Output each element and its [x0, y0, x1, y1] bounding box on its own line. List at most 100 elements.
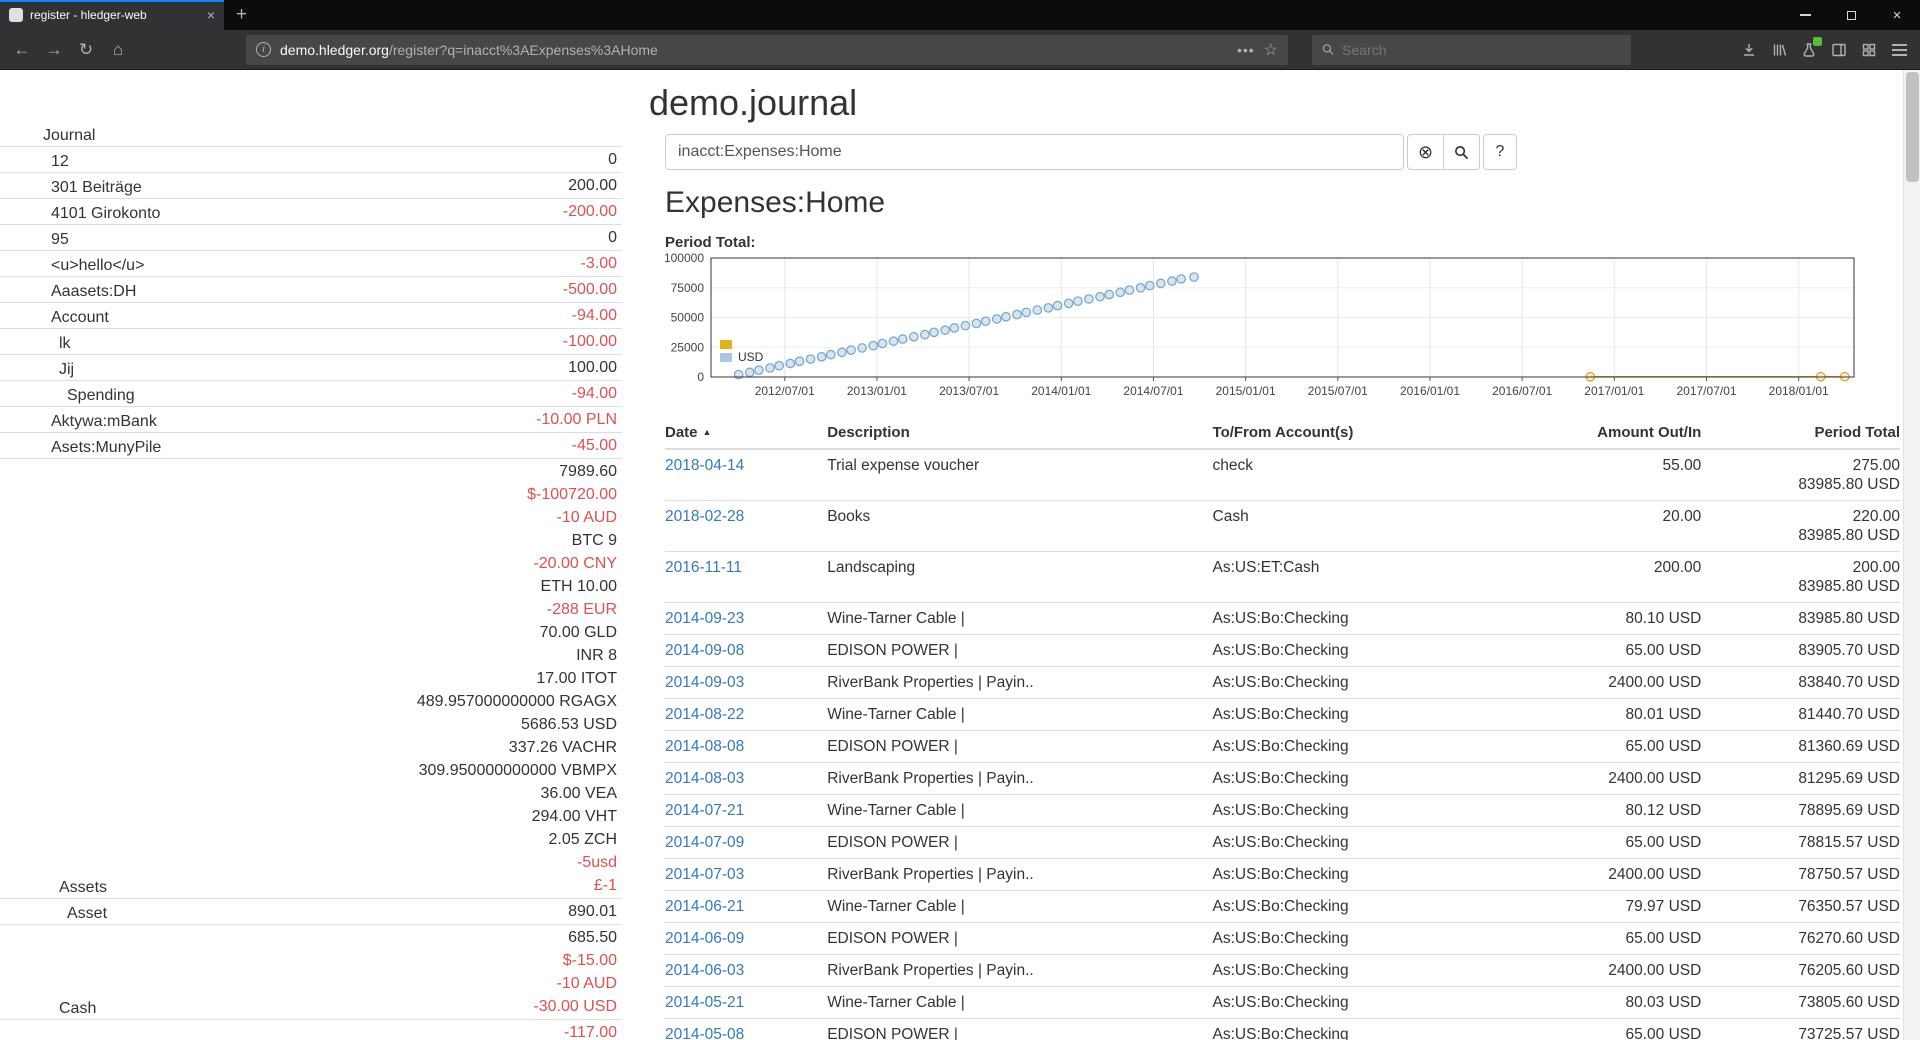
site-info-icon[interactable]: i — [256, 42, 271, 57]
extension-button[interactable] — [1794, 35, 1824, 65]
transaction-period-total: 220.0083985.80 USD — [1707, 501, 1900, 552]
account-link[interactable]: lk — [59, 335, 71, 352]
transaction-date-link[interactable]: 2014-05-21 — [665, 994, 744, 1011]
transaction-description: Trial expense voucher — [827, 449, 1212, 501]
transaction-date-link[interactable]: 2014-06-09 — [665, 930, 744, 947]
sidebars-button[interactable] — [1824, 35, 1854, 65]
transaction-period-total: 78895.69 USD — [1707, 795, 1900, 827]
transaction-description: Landscaping — [827, 552, 1212, 603]
transaction-date-link[interactable]: 2014-07-03 — [665, 866, 744, 883]
transaction-description: RiverBank Properties | Payin.. — [827, 667, 1212, 699]
menu-button[interactable] — [1884, 35, 1914, 65]
account-link[interactable]: 95 — [51, 231, 69, 248]
scrollbar-thumb[interactable] — [1906, 72, 1919, 182]
account-link[interactable]: Assets — [59, 879, 107, 896]
transaction-date-link[interactable]: 2014-06-03 — [665, 962, 744, 979]
forward-button[interactable]: → — [38, 35, 70, 65]
column-header-amount[interactable]: Amount Out/In — [1494, 417, 1707, 449]
period-total-line: 78750.57 USD — [1707, 865, 1900, 884]
account-balance: 890.01 — [274, 900, 617, 923]
reload-button[interactable]: ↻ — [70, 35, 102, 65]
column-header-period-total[interactable]: Period Total — [1707, 417, 1900, 449]
account-link[interactable]: Cash — [59, 1000, 96, 1017]
transaction-date-link[interactable]: 2014-07-21 — [665, 802, 744, 819]
url-host: demo.hledger.org — [280, 42, 389, 58]
transaction-period-total: 78750.57 USD — [1707, 859, 1900, 891]
window-maximize-button[interactable] — [1828, 0, 1874, 30]
transaction-date-link[interactable]: 2018-04-14 — [665, 457, 744, 474]
account-balance: -288 EUR — [274, 598, 617, 621]
transaction-account: Cash — [1213, 501, 1495, 552]
transaction-period-total: 83985.80 USD — [1707, 603, 1900, 635]
register-row: 2014-06-21Wine-Tarner Cable |As:US:Bo:Ch… — [665, 891, 1900, 923]
transaction-period-total: 76205.60 USD — [1707, 955, 1900, 987]
apps-button[interactable] — [1854, 35, 1884, 65]
tab-bar: register - hledger-web × + × — [0, 0, 1920, 30]
transaction-period-total: 200.0083985.80 USD — [1707, 552, 1900, 603]
browser-search-input[interactable] — [1342, 42, 1621, 58]
transaction-date-link[interactable]: 2014-08-22 — [665, 706, 744, 723]
column-header-description[interactable]: Description — [827, 417, 1212, 449]
account-link[interactable]: 301 Beiträge — [51, 179, 142, 196]
transaction-date-link[interactable]: 2014-09-23 — [665, 610, 744, 627]
transaction-date-link[interactable]: 2014-08-08 — [665, 738, 744, 755]
account-link[interactable]: 12 — [51, 153, 69, 170]
account-link[interactable]: Aktywa:mBank — [51, 413, 157, 430]
tab-close-icon[interactable]: × — [207, 8, 215, 22]
transaction-date-link[interactable]: 2018-02-28 — [665, 508, 744, 525]
column-header-account[interactable]: To/From Account(s) — [1213, 417, 1495, 449]
account-link[interactable]: Spending — [67, 387, 135, 404]
sidebar-account-row: Cash685.50$-15.00-10 AUD-30.00 USD — [0, 925, 622, 1020]
sidebar-account-row: Spending-94.00 — [0, 381, 622, 407]
transaction-date-link[interactable]: 2014-07-09 — [665, 834, 744, 851]
window-close-button[interactable]: × — [1874, 0, 1920, 30]
transaction-date-link[interactable]: 2014-09-03 — [665, 674, 744, 691]
new-tab-button[interactable]: + — [224, 0, 259, 30]
svg-text:2014/01/01: 2014/01/01 — [1031, 384, 1091, 398]
transaction-amount: 2400.00 USD — [1494, 955, 1707, 987]
browser-tab[interactable]: register - hledger-web × — [0, 0, 224, 30]
page-actions-icon[interactable]: ••• — [1237, 42, 1255, 58]
transaction-amount: 80.03 USD — [1494, 987, 1707, 1019]
transaction-date-link[interactable]: 2014-05-08 — [665, 1026, 744, 1040]
svg-text:USD: USD — [738, 350, 764, 364]
transaction-date-link[interactable]: 2014-09-08 — [665, 642, 744, 659]
register-row: 2014-08-03RiverBank Properties | Payin..… — [665, 763, 1900, 795]
library-button[interactable] — [1764, 35, 1794, 65]
downloads-button[interactable] — [1734, 35, 1764, 65]
transaction-account: As:US:Bo:Checking — [1213, 987, 1495, 1019]
account-link[interactable]: Aaasets:DH — [51, 283, 136, 300]
clear-query-button[interactable]: ⊗ — [1407, 134, 1444, 170]
search-button[interactable] — [1443, 134, 1480, 170]
transaction-period-total: 73805.60 USD — [1707, 987, 1900, 1019]
column-header-date[interactable]: Date▲ — [665, 417, 827, 449]
account-link[interactable]: Asset — [67, 905, 107, 922]
bookmark-star-icon[interactable]: ☆ — [1264, 40, 1278, 60]
transaction-date-link[interactable]: 2016-11-11 — [665, 559, 742, 576]
window-minimize-button[interactable] — [1782, 0, 1828, 30]
account-link[interactable]: 4101 Girokonto — [51, 205, 160, 222]
journal-link[interactable]: Journal — [43, 127, 95, 144]
account-link[interactable]: Account — [51, 309, 109, 326]
transaction-date-link[interactable]: 2014-06-21 — [665, 898, 744, 915]
transaction-description: RiverBank Properties | Payin.. — [827, 955, 1212, 987]
home-button[interactable]: ⌂ — [102, 35, 134, 65]
transaction-amount: 65.00 USD — [1494, 1019, 1707, 1040]
transaction-date-link[interactable]: 2014-08-03 — [665, 770, 744, 787]
svg-text:2016/07/01: 2016/07/01 — [1492, 384, 1552, 398]
account-link[interactable]: <u>hello</u> — [51, 257, 144, 274]
svg-text:2013/01/01: 2013/01/01 — [847, 384, 907, 398]
url-bar[interactable]: i demo.hledger.org/register?q=inacct%3AE… — [246, 35, 1288, 65]
transaction-amount: 55.00 — [1494, 449, 1707, 501]
browser-search-bar[interactable] — [1312, 35, 1631, 65]
help-button[interactable]: ? — [1483, 134, 1517, 170]
period-total-line: 76350.57 USD — [1707, 897, 1900, 916]
account-link[interactable]: Asets:MunyPile — [51, 439, 161, 456]
query-input[interactable] — [665, 134, 1404, 170]
account-balance: ETH 10.00 — [274, 575, 617, 598]
sidebar-account-row: Aktywa:mBank-10.00 PLN — [0, 407, 622, 433]
transaction-amount: 2400.00 USD — [1494, 859, 1707, 891]
page-scrollbar[interactable] — [1903, 70, 1920, 1040]
account-link[interactable]: Jij — [59, 361, 74, 378]
back-button[interactable]: ← — [6, 35, 38, 65]
